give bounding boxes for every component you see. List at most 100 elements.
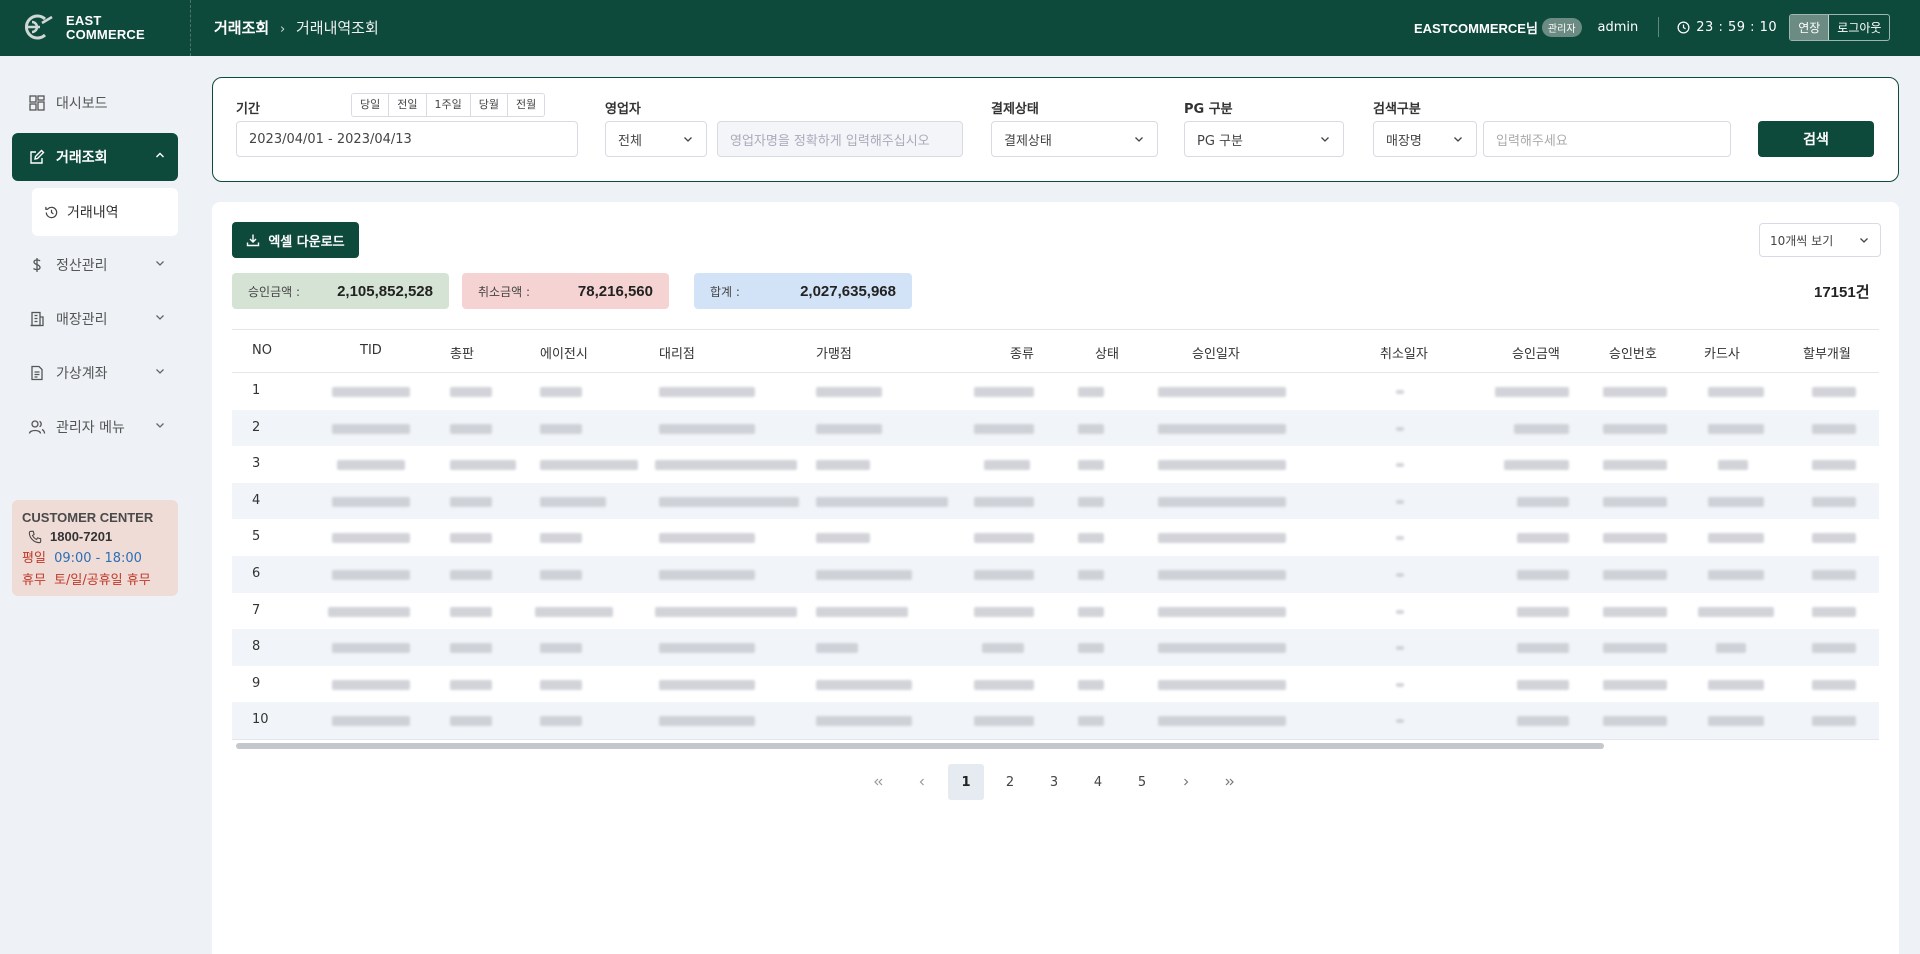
table-row[interactable]: 7 — [232, 593, 1879, 630]
table-row[interactable]: 1 — [232, 373, 1879, 410]
excel-download-button[interactable]: 엑셀 다운로드 — [232, 222, 359, 258]
table-row[interactable]: 8 — [232, 629, 1879, 666]
extend-session-button[interactable]: 연장 — [1790, 14, 1830, 40]
table-row[interactable]: 5 — [232, 519, 1879, 556]
prev-page-button[interactable] — [904, 764, 940, 800]
page-size-value: 10개씩 보기 — [1770, 233, 1834, 248]
sidebar-item-virtual-account[interactable]: 가상계좌 — [12, 349, 178, 397]
excel-download-label: 엑셀 다운로드 — [268, 234, 345, 250]
sales-select[interactable]: 전체 — [605, 121, 707, 157]
breadcrumb-current: 거래내역조회 — [295, 19, 379, 37]
sidebar-item-dashboard[interactable]: 대시보드 — [12, 79, 178, 127]
obscured-cell-approve-date — [1158, 387, 1286, 397]
obscured-cell-installment — [1812, 643, 1856, 654]
obscured-cell-dealer — [655, 460, 797, 471]
sidebar-item-admin-menu[interactable]: 관리자 메뉴 — [12, 403, 178, 451]
next-page-button[interactable] — [1168, 764, 1204, 800]
customer-center-box: CUSTOMER CENTER 1800-7201 평일 09:00 - 18:… — [12, 500, 178, 596]
row-number: 10 — [252, 712, 269, 728]
sales-name-input[interactable]: 영업자명을 정확하게 입력해주십시오 — [717, 121, 963, 157]
search-button[interactable]: 검색 — [1758, 121, 1874, 157]
obscured-cell-approve-amount — [1517, 606, 1569, 617]
table-row[interactable]: 10 — [232, 702, 1879, 739]
obscured-cell-type — [984, 460, 1030, 471]
search-type-select[interactable]: 매장명 — [1373, 121, 1477, 157]
obscured-cell-tid — [328, 606, 410, 617]
header-divider — [190, 0, 191, 56]
obscured-cell-installment — [1812, 533, 1856, 544]
row-number: 5 — [252, 529, 261, 545]
obscured-cell-approve-amount — [1495, 387, 1569, 397]
sales-label: 영업자 — [605, 102, 641, 117]
chevron-down-icon — [1454, 137, 1462, 142]
pg-select[interactable]: PG 구분 — [1184, 121, 1344, 157]
customer-center-phone[interactable]: 1800-7201 — [22, 529, 168, 544]
obscured-cell-approve-amount — [1517, 716, 1569, 727]
pagination: 1 2 3 4 5 — [860, 764, 1256, 800]
chevron-right-icon — [1184, 778, 1189, 786]
payment-status-select[interactable]: 결제상태 — [991, 121, 1158, 157]
period-this-month-button[interactable]: 당월 — [470, 94, 508, 116]
sidebar-item-stores[interactable]: 매장관리 — [12, 295, 178, 343]
sidebar-item-label: 거래조회 — [56, 150, 108, 166]
row-number: 8 — [252, 639, 261, 655]
page-size-select[interactable]: 10개씩 보기 — [1759, 223, 1881, 257]
clock-icon — [1677, 21, 1690, 33]
column-header-tid: TID — [360, 343, 382, 358]
logout-button[interactable]: 로그아웃 — [1829, 15, 1889, 40]
obscured-cell-approve-number — [1603, 606, 1667, 617]
obscured-cell-approve-number — [1603, 533, 1667, 544]
obscured-cell-approve-number — [1603, 716, 1667, 727]
table-row[interactable]: 3 — [232, 446, 1879, 483]
table-header: NO TID 총판 에이전시 대리점 가맹점 종류 상태 승인일자 취소일자 승인금액 승인번호 카드사… — [232, 329, 1879, 373]
table-row[interactable]: 4 — [232, 482, 1879, 520]
obscured-cell-merchant — [816, 606, 908, 617]
sidebar-item-transactions[interactable]: 거래조회 — [12, 133, 178, 181]
obscured-cell-approve-date — [1158, 643, 1286, 654]
chevron-down-icon — [1135, 137, 1143, 142]
obscured-cell-tid — [332, 533, 410, 544]
pg-label: PG 구분 — [1184, 102, 1233, 117]
page-button-4[interactable]: 4 — [1080, 764, 1116, 800]
transactions-table: NO TID 총판 에이전시 대리점 가맹점 종류 상태 승인일자 취소일자 승인금액 승인번호 카드사… — [232, 329, 1879, 740]
search-type-value: 매장명 — [1386, 133, 1422, 149]
table-row[interactable]: 9 — [232, 666, 1879, 703]
period-today-button[interactable]: 당일 — [352, 94, 390, 116]
table-body: 1 2 3 4 5 6 7 8 9 10 — [232, 373, 1879, 740]
keyword-input[interactable]: 입력해주세요 — [1483, 121, 1731, 157]
last-page-button[interactable] — [1212, 764, 1248, 800]
period-last-month-button[interactable]: 전월 — [508, 94, 545, 116]
first-page-button[interactable] — [860, 764, 896, 800]
page-button-5[interactable]: 5 — [1124, 764, 1160, 800]
horizontal-scrollbar[interactable] — [236, 743, 1604, 749]
obscured-cell-tid — [332, 569, 410, 580]
table-row[interactable]: 2 — [232, 409, 1879, 447]
sidebar-item-settlement[interactable]: 정산관리 — [12, 241, 178, 289]
date-range-value: 2023/04/01 - 2023/04/13 — [249, 131, 412, 147]
approved-amount-label: 승인금액 : — [248, 284, 301, 299]
page-button-3[interactable]: 3 — [1036, 764, 1072, 800]
obscured-cell-type — [974, 569, 1034, 580]
page-button-1[interactable]: 1 — [948, 764, 984, 800]
obscured-cell-status — [1078, 496, 1104, 507]
breadcrumb-parent[interactable]: 거래조회 — [214, 19, 269, 37]
sidebar-subitem-label: 거래내역 — [67, 205, 119, 221]
obscured-cell-card-company — [1708, 423, 1764, 434]
logo-text-line1: EAST — [66, 13, 102, 28]
period-date-range-input[interactable]: 2023/04/01 - 2023/04/13 — [236, 121, 578, 157]
sidebar-subitem-history[interactable]: 거래내역 — [32, 188, 178, 236]
page-button-2[interactable]: 2 — [992, 764, 1028, 800]
obscured-cell-distributor — [450, 606, 492, 617]
period-yesterday-button[interactable]: 전일 — [389, 94, 427, 116]
table-row[interactable]: 6 — [232, 555, 1879, 593]
payment-status-label: 결제상태 — [991, 102, 1039, 117]
sidebar: 대시보드 거래조회 거래내역 정산관리 매장관리 가상계좌 관리자 메뉴 CUS… — [0, 56, 190, 954]
period-week-button[interactable]: 1주일 — [426, 94, 471, 116]
keyword-placeholder: 입력해주세요 — [1496, 133, 1568, 149]
holiday-value: 토/일/공휴일 휴무 — [54, 573, 151, 588]
users-icon — [28, 418, 46, 436]
obscured-cell-distributor — [450, 423, 492, 434]
brand-logo[interactable]: EAST COMMERCE — [18, 11, 178, 45]
period-quick-buttons: 당일 전일 1주일 당월 전월 — [351, 93, 546, 117]
obscured-cell-distributor — [450, 716, 492, 727]
